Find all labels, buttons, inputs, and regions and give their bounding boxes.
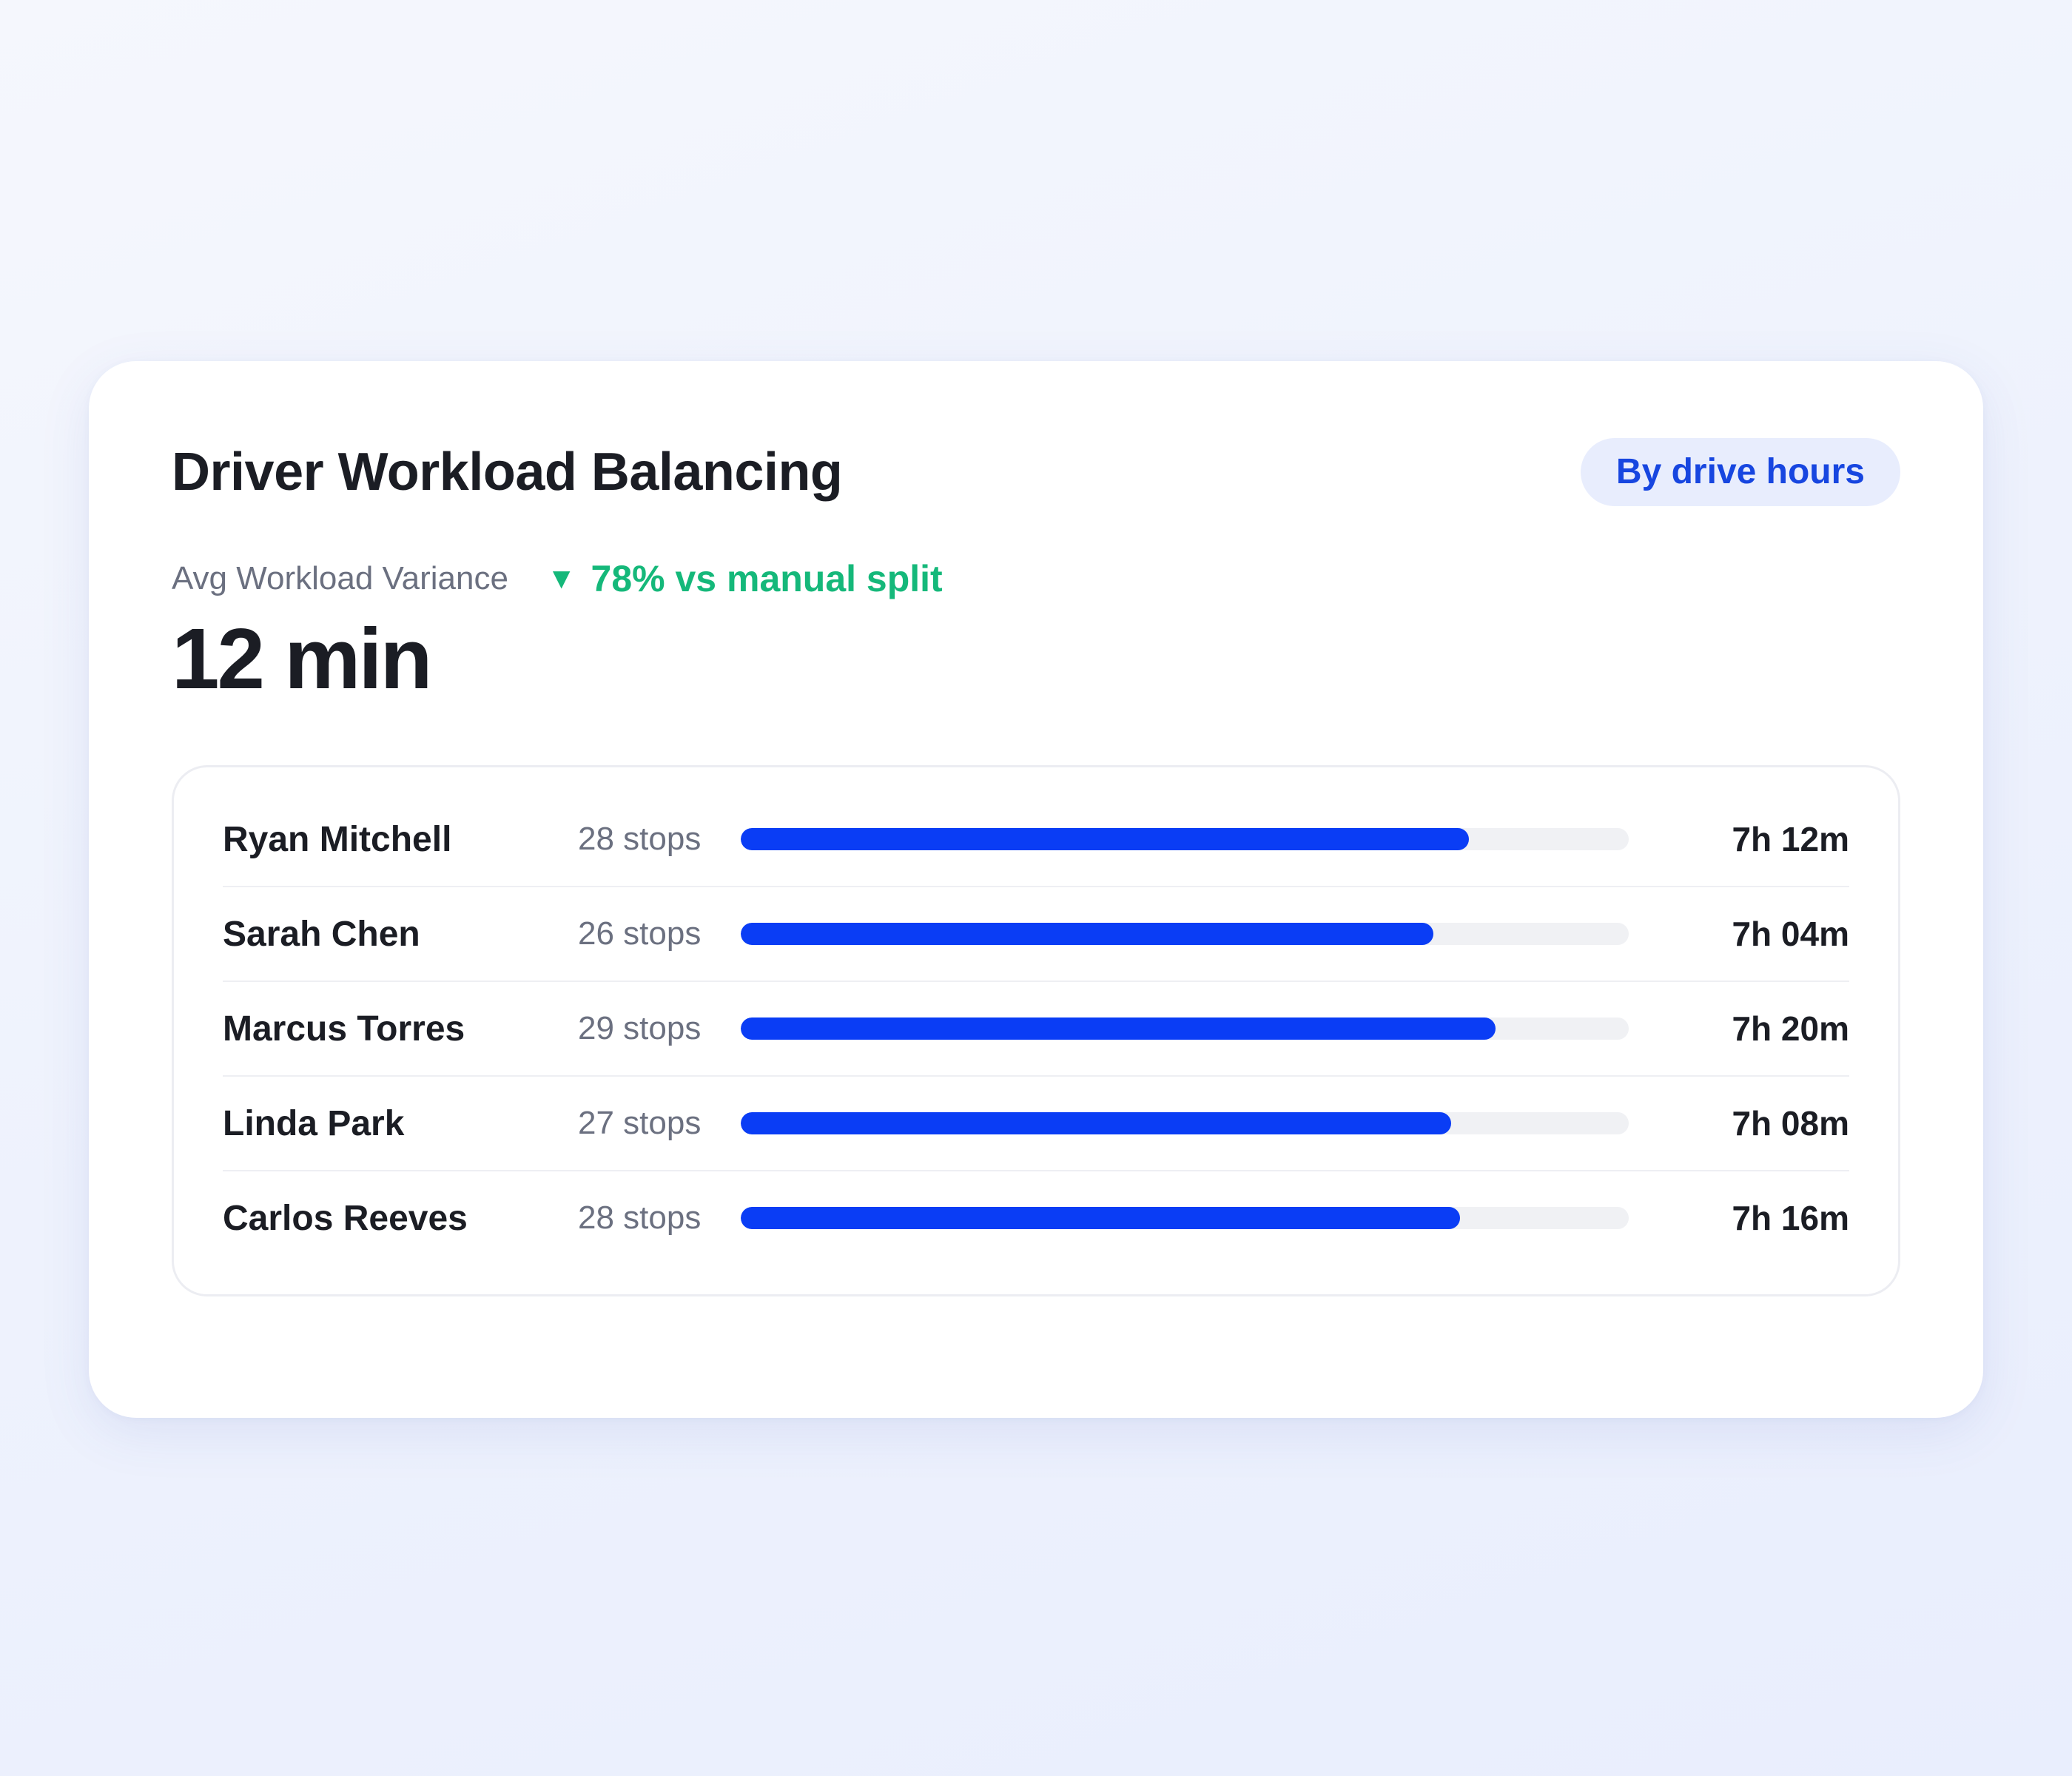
driver-hours: 7h 20m <box>1732 1009 1849 1048</box>
workload-bar-fill <box>741 923 1433 945</box>
driver-hours: 7h 08m <box>1732 1104 1849 1143</box>
workload-bar-fill <box>741 1207 1460 1229</box>
trend-down-icon: ▼ <box>546 562 576 595</box>
driver-row: Marcus Torres 29 stops 7h 20m <box>223 982 1849 1077</box>
driver-hours: 7h 04m <box>1732 915 1849 953</box>
driver-name: Ryan Mitchell <box>223 819 452 859</box>
workload-bar-track <box>741 1207 1629 1229</box>
card-title: Driver Workload Balancing <box>172 443 843 502</box>
metric-label: Avg Workload Variance <box>172 560 508 596</box>
workload-bar-fill <box>741 1018 1496 1040</box>
workload-bar-fill <box>741 828 1469 850</box>
driver-row: Carlos Reeves 28 stops 7h 16m <box>223 1171 1849 1265</box>
driver-name: Sarah Chen <box>223 914 420 954</box>
driver-stops: 28 stops <box>578 1200 702 1236</box>
drive-hours-filter-button[interactable]: By drive hours <box>1580 438 1900 506</box>
driver-row: Sarah Chen 26 stops 7h 04m <box>223 887 1849 982</box>
workload-bar-track <box>741 923 1629 945</box>
driver-hours: 7h 12m <box>1732 820 1849 858</box>
driver-row: Linda Park 27 stops 7h 08m <box>223 1077 1849 1171</box>
driver-stops: 26 stops <box>578 915 702 952</box>
driver-name: Carlos Reeves <box>223 1198 468 1238</box>
driver-name: Marcus Torres <box>223 1009 465 1049</box>
metric-value: 12 min <box>172 610 432 707</box>
trend-text: 78% vs manual split <box>591 558 943 599</box>
driver-stops: 28 stops <box>578 821 702 857</box>
workload-card: Driver Workload Balancing By drive hours… <box>89 361 1983 1418</box>
trend-badge: ▼ 78% vs manual split <box>547 555 943 602</box>
metric-header: Avg Workload Variance ▼ 78% vs manual sp… <box>172 555 1900 602</box>
driver-stops: 27 stops <box>578 1105 702 1141</box>
workload-bar-track <box>741 828 1629 850</box>
workload-bar-track <box>741 1112 1629 1134</box>
driver-hours: 7h 16m <box>1732 1199 1849 1237</box>
driver-name: Linda Park <box>223 1103 405 1143</box>
workload-bar-track <box>741 1018 1629 1040</box>
driver-list: Ryan Mitchell 28 stops 7h 12m Sarah Chen… <box>172 765 1900 1296</box>
driver-stops: 29 stops <box>578 1010 702 1046</box>
driver-row: Ryan Mitchell 28 stops 7h 12m <box>223 793 1849 887</box>
workload-bar-fill <box>741 1112 1451 1134</box>
card-header: Driver Workload Balancing By drive hours <box>172 437 1900 508</box>
